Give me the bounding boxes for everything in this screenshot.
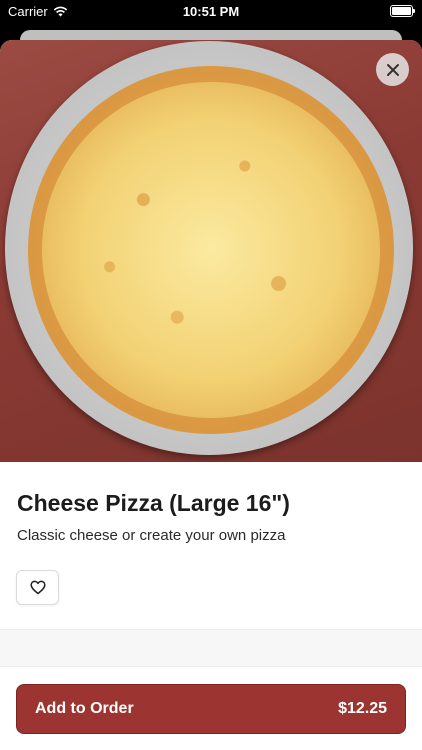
status-bar: Carrier 10:51 PM (0, 0, 422, 24)
status-time: 10:51 PM (182, 4, 240, 19)
item-description: Classic cheese or create your own pizza (17, 527, 286, 544)
favorite-button[interactable] (16, 570, 59, 605)
pizza-cheese (42, 82, 380, 418)
item-photo (0, 40, 422, 462)
close-button[interactable] (376, 53, 409, 86)
heart-outline-icon (29, 580, 46, 595)
battery-icon (390, 5, 415, 17)
item-title: Cheese Pizza (Large 16") (17, 490, 290, 516)
item-detail-sheet: Cheese Pizza (Large 16") Classic cheese … (0, 40, 422, 750)
close-icon (386, 63, 399, 76)
add-to-order-label: Add to Order (35, 700, 134, 717)
add-to-order-button[interactable]: Add to Order $12.25 (16, 684, 406, 734)
section-divider (0, 629, 422, 667)
price-label: $12.25 (338, 700, 387, 717)
